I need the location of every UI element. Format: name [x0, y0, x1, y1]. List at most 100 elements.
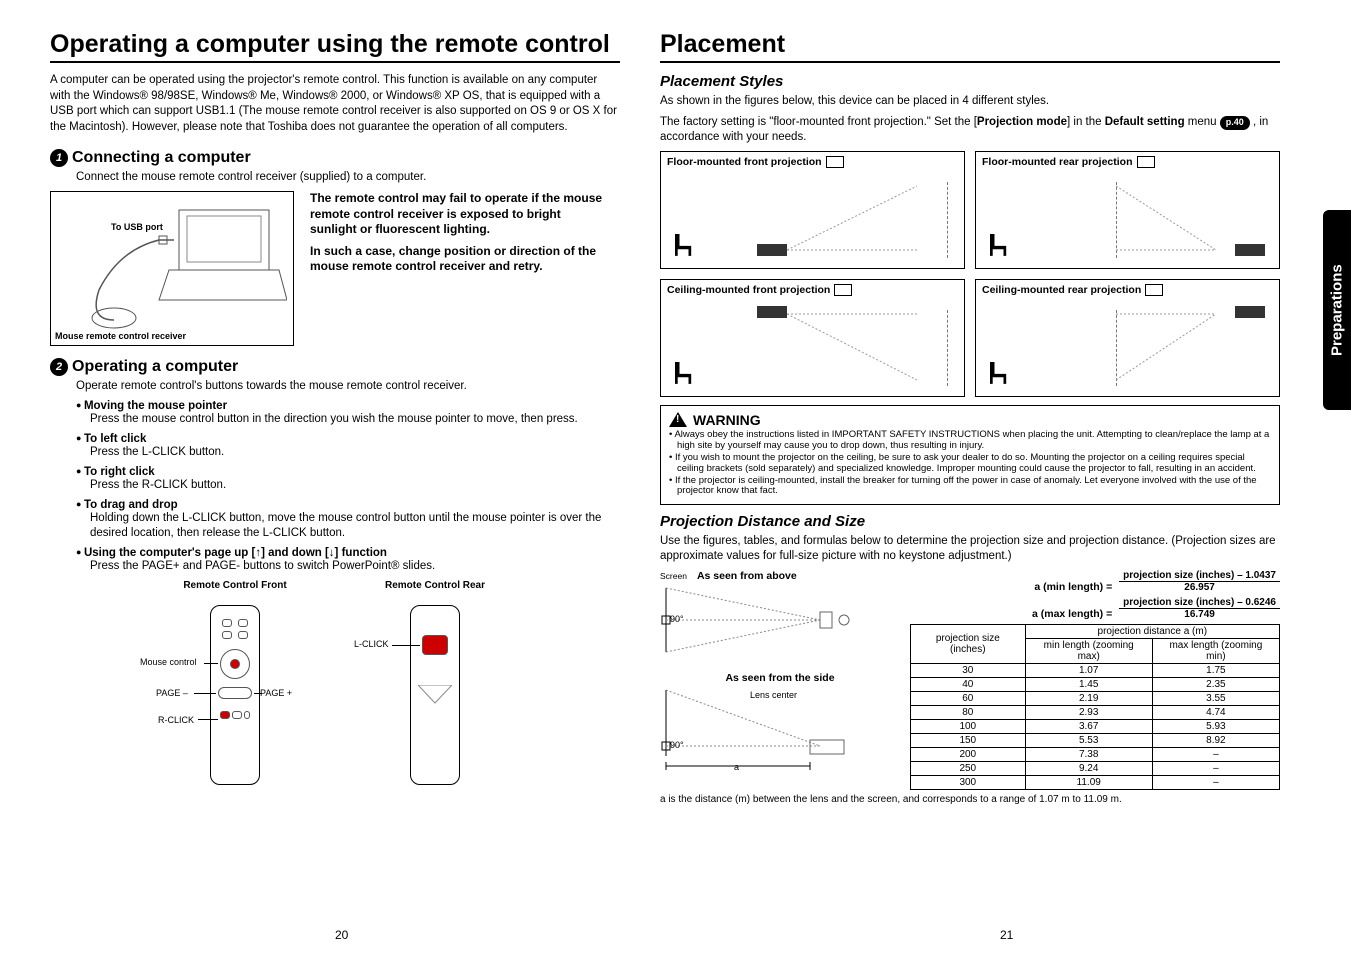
- table-row: 301.071.75: [911, 664, 1280, 678]
- table-row: 401.452.35: [911, 678, 1280, 692]
- table-cell: 7.38: [1025, 748, 1152, 762]
- th-dist: projection distance a (m): [1025, 625, 1279, 639]
- warn-text-2: In such a case, change position or direc…: [310, 244, 610, 275]
- formula-max: a (max length) = projection size (inches…: [910, 597, 1280, 620]
- right-title: Placement: [660, 30, 1280, 63]
- table-cell: 40: [911, 678, 1026, 692]
- section-1-sub: Connect the mouse remote control receive…: [76, 171, 620, 183]
- bullet-2-desc: Press the L-CLICK button.: [90, 445, 620, 460]
- table-cell: 150: [911, 734, 1026, 748]
- table-cell: 250: [911, 762, 1026, 776]
- bullet-3-desc: Press the R-CLICK button.: [90, 478, 620, 493]
- table-cell: 2.19: [1025, 692, 1152, 706]
- warning-item-2: If you wish to mount the projector on th…: [669, 453, 1271, 475]
- page-number-left: 20: [335, 928, 348, 942]
- projection-distance-heading: Projection Distance and Size: [660, 513, 1280, 530]
- receiver-warning: The remote control may fail to operate i…: [310, 191, 610, 346]
- warning-icon: [669, 412, 687, 427]
- table-cell: 300: [911, 776, 1026, 790]
- table-row: 1505.538.92: [911, 734, 1280, 748]
- bullet-1-title: Moving the mouse pointer: [76, 400, 620, 412]
- laptop-diagram: To USB port Mouse remote control receive…: [50, 191, 294, 346]
- placement-styles-heading: Placement Styles: [660, 73, 1280, 90]
- table-cell: –: [1152, 748, 1279, 762]
- warning-box: WARNING Always obey the instructions lis…: [660, 405, 1280, 506]
- remote-rear-title: Remote Control Rear: [360, 580, 510, 591]
- distance-table: projection size (inches) projection dist…: [910, 624, 1280, 790]
- usb-port-label: To USB port: [111, 222, 163, 232]
- table-row: 1003.675.93: [911, 720, 1280, 734]
- table-cell: 1.45: [1025, 678, 1152, 692]
- label-page-plus: PAGE +: [260, 688, 292, 698]
- styles-intro-1: As shown in the figures below, this devi…: [660, 94, 1280, 109]
- bullet-4-title: To drag and drop: [76, 499, 620, 511]
- table-cell: 4.74: [1152, 706, 1279, 720]
- warn-text-1: The remote control may fail to operate i…: [310, 191, 610, 238]
- table-cell: 2.93: [1025, 706, 1152, 720]
- th-size: projection size (inches): [911, 625, 1026, 664]
- remote-rear-diagram: L-CLICK: [360, 595, 510, 795]
- remote-front-title: Remote Control Front: [160, 580, 310, 591]
- label-r-click: R-CLICK: [158, 715, 194, 725]
- table-cell: –: [1152, 776, 1279, 790]
- table-cell: 11.09: [1025, 776, 1152, 790]
- mode-icon: [1137, 156, 1155, 168]
- a-label: a: [734, 762, 739, 772]
- view-above-title: As seen from above: [697, 570, 797, 582]
- placement-ceiling-rear: Ceiling-mounted rear projection: [975, 279, 1280, 397]
- table-row: 30011.09–: [911, 776, 1280, 790]
- warning-heading: WARNING: [693, 412, 761, 428]
- step-1-badge: 1: [50, 149, 68, 167]
- table-row: 2509.24–: [911, 762, 1280, 776]
- distance-footnote: a is the distance (m) between the lens a…: [660, 794, 1280, 806]
- label-mouse-control: Mouse control: [140, 657, 197, 667]
- lens-center-label: Lens center: [750, 690, 797, 700]
- view-side-title: As seen from the side: [660, 672, 900, 684]
- table-row: 802.934.74: [911, 706, 1280, 720]
- remote-front-diagram: Mouse control PAGE – PAGE + R-CLICK: [160, 595, 310, 795]
- bullet-2-title: To left click: [76, 433, 620, 445]
- mode-icon: [834, 284, 852, 296]
- section-1-title: Connecting a computer: [72, 149, 251, 167]
- side-tab-preparations: Preparations: [1323, 210, 1351, 410]
- table-cell: 30: [911, 664, 1026, 678]
- table-cell: 3.55: [1152, 692, 1279, 706]
- mode-icon: [1145, 284, 1163, 296]
- table-cell: 9.24: [1025, 762, 1152, 776]
- section-2-heading: 2 Operating a computer: [50, 358, 620, 376]
- placement-floor-front: Floor-mounted front projection: [660, 151, 965, 269]
- table-cell: 1.75: [1152, 664, 1279, 678]
- placement-floor-rear: Floor-mounted rear projection: [975, 151, 1280, 269]
- page-number-right: 21: [1000, 928, 1013, 942]
- left-title: Operating a computer using the remote co…: [50, 30, 620, 63]
- bullet-5-desc: Press the PAGE+ and PAGE- buttons to swi…: [90, 559, 620, 574]
- section-2-sub: Operate remote control's buttons towards…: [76, 380, 620, 392]
- table-cell: 200: [911, 748, 1026, 762]
- th-max: max length (zooming min): [1152, 639, 1279, 664]
- view-above-svg: [660, 582, 860, 662]
- page-ref-40: p.40: [1220, 116, 1250, 130]
- laptop-illustration: [59, 200, 287, 330]
- screen-label: Screen: [660, 571, 687, 581]
- table-row: 2007.38–: [911, 748, 1280, 762]
- label-l-click: L-CLICK: [354, 639, 389, 649]
- section-2-title: Operating a computer: [72, 358, 238, 376]
- bullet-3-title: To right click: [76, 466, 620, 478]
- label-page-minus: PAGE –: [156, 688, 188, 698]
- th-min: min length (zooming max): [1025, 639, 1152, 664]
- table-cell: 60: [911, 692, 1026, 706]
- table-cell: 5.93: [1152, 720, 1279, 734]
- bullet-4-desc: Holding down the L-CLICK button, move th…: [90, 511, 620, 541]
- warning-item-3: If the projector is ceiling-mounted, ins…: [669, 476, 1271, 498]
- styles-intro-2: The factory setting is "floor-mounted fr…: [660, 115, 1280, 145]
- deg90-side: 90°: [670, 740, 684, 750]
- table-cell: 2.35: [1152, 678, 1279, 692]
- table-cell: 5.53: [1025, 734, 1152, 748]
- left-intro: A computer can be operated using the pro…: [50, 73, 620, 135]
- table-cell: 8.92: [1152, 734, 1279, 748]
- step-2-badge: 2: [50, 358, 68, 376]
- receiver-label: Mouse remote control receiver: [55, 331, 186, 341]
- bullet-1-desc: Press the mouse control button in the di…: [90, 412, 620, 427]
- deg90-top: 90°: [670, 614, 684, 624]
- bullet-5-title: Using the computer's page up [↑] and dow…: [76, 547, 620, 559]
